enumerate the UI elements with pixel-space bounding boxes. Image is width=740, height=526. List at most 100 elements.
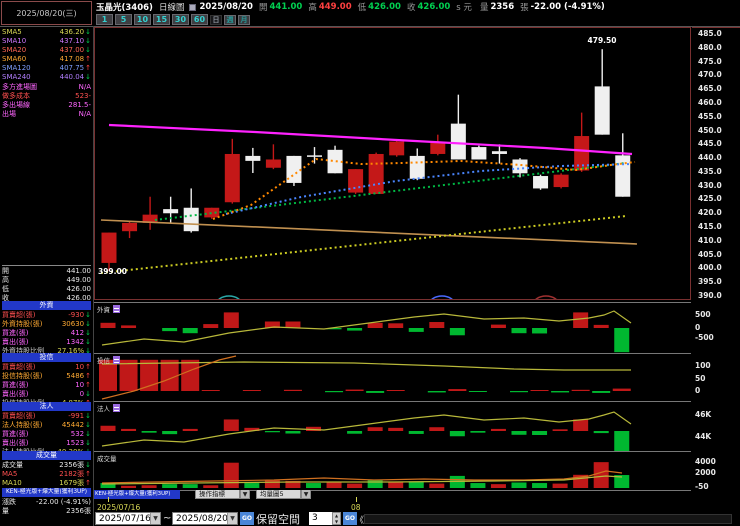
exit-line: [100, 215, 627, 274]
histogram-bar: [223, 312, 239, 328]
price-tick-label: 390.0: [698, 291, 722, 300]
period-button-日[interactable]: 日: [210, 14, 222, 25]
row-value: -930: [68, 311, 85, 319]
institutional-panel[interactable]: [94, 401, 691, 451]
volume-panel[interactable]: [94, 451, 691, 490]
scrollbar-track[interactable]: [364, 514, 732, 524]
indicator-settings-icon[interactable]: [113, 356, 120, 364]
down-arrow-icon: ↓: [85, 37, 91, 45]
row-value: 440.04: [59, 73, 85, 81]
sidebar-group: 開 441.00 高 449.00 低 426.00 收 426.00: [2, 265, 91, 303]
volume-unit: 張: [520, 3, 529, 13]
row-label: SMA10: [2, 37, 27, 45]
panel-title-text: 法人: [97, 405, 110, 413]
stock-name: 玉晶光(3406): [96, 3, 153, 13]
row-value: 281.5-: [68, 101, 91, 109]
period-button-週[interactable]: 週: [224, 14, 236, 25]
indicator-settings-icon[interactable]: [113, 404, 120, 412]
row-label: 法人持股(張): [2, 421, 43, 429]
candle-body: [101, 232, 117, 263]
row-label: 漲跌: [2, 498, 16, 506]
row-label: SMA120: [2, 64, 31, 72]
period-button-1[interactable]: 1: [96, 14, 113, 25]
reserve-space-label: 保留空間: [256, 513, 300, 526]
to-date-input[interactable]: 2025/08/20 ▼: [172, 512, 238, 525]
section-header: 投信: [2, 353, 91, 362]
histogram-bar: [119, 359, 138, 391]
session-date: 2025/08/20(三): [16, 8, 77, 18]
low-price-annotation: 399.00: [98, 267, 127, 276]
panel-title: 成交量: [97, 453, 117, 463]
histogram-bar: [285, 431, 301, 434]
period-button-月[interactable]: 月: [238, 14, 250, 25]
histogram-bar: [449, 328, 465, 336]
resistance-line: [108, 123, 633, 156]
annotation-circle: [431, 295, 453, 299]
period-button-30[interactable]: 30: [172, 14, 189, 25]
trust-panel[interactable]: [94, 353, 691, 400]
candle-body: [409, 155, 425, 179]
spinner-down-icon[interactable]: ▼: [333, 519, 340, 525]
low-label: 低: [357, 3, 367, 13]
go-button[interactable]: GO: [240, 512, 254, 525]
down-arrow-icon: ↓: [85, 439, 91, 447]
candle-body: [553, 174, 569, 188]
row-value: 437.10: [59, 37, 85, 45]
main-candlestick-chart[interactable]: 479.50 399.00: [94, 27, 691, 300]
down-arrow-icon: ↓: [85, 311, 91, 319]
price-tick-label: 420.0: [698, 208, 722, 218]
period-button-15[interactable]: 15: [153, 14, 170, 25]
candle-body: [183, 207, 199, 232]
sidebar-row: 量 2356張: [2, 507, 91, 516]
from-date-input[interactable]: 2025/07/16 ▼: [95, 512, 161, 525]
histogram-bar: [593, 431, 609, 434]
indicator-settings-icon[interactable]: [113, 305, 120, 313]
up-arrow-icon: ↑: [85, 372, 91, 380]
row-label: 買賣超(張): [2, 363, 36, 371]
period-button-5[interactable]: 5: [115, 14, 132, 25]
histogram-bar: [181, 359, 200, 391]
panel-title: 外資: [97, 304, 120, 314]
histogram-bar: [242, 390, 261, 391]
foreign-panel[interactable]: [94, 302, 691, 353]
sidebar-row: 做多成本 523-: [2, 92, 91, 101]
timeline-start-label: 2025/07/16: [97, 503, 141, 512]
period-button-10[interactable]: 10: [134, 14, 151, 25]
price-axis: 485.0 480.0 475.0 470.0 465.0 460.0 455.0 450.0…: [692, 27, 740, 300]
price-tick-label: 405.0: [698, 249, 722, 259]
high-label: 高: [308, 3, 317, 13]
histogram-bar: [264, 480, 280, 488]
price-tick-label: 450.0: [698, 125, 722, 135]
row-value: 436.20: [59, 28, 85, 36]
histogram-bar: [325, 391, 344, 393]
dropdown-arrow-icon[interactable]: ▼: [227, 513, 237, 524]
sidebar-row: 買賣超(張) -930 ↓: [2, 311, 91, 320]
section-header: KEN-極光版+爆大量(獲利3UP): [2, 488, 91, 497]
sidebar-group: 外資 買賣超(張) -930 ↓ 外資持股(張) 30630 ↓ 買進(張) 412 ↓ 賣出(張)…: [2, 300, 91, 356]
panel-axis-label: 0: [695, 323, 701, 332]
histogram-bar: [366, 391, 385, 393]
scroll-left-icon[interactable]: 《: [355, 513, 364, 526]
change-value: -22.00 (-4.91%): [530, 2, 605, 12]
number-spinner[interactable]: ▲ ▼: [332, 512, 341, 525]
sidebar-row: 多出場線 281.5-: [2, 101, 91, 110]
row-value: 412: [70, 329, 85, 337]
histogram-bar: [429, 427, 445, 431]
panel-axis-label: 50: [695, 374, 706, 383]
histogram-bar: [510, 391, 528, 393]
row-label: 成交量: [2, 461, 23, 469]
candle-body: [491, 151, 507, 154]
period-button-60[interactable]: 60: [191, 14, 208, 25]
histogram-bar: [386, 390, 405, 391]
histogram-bar: [573, 419, 589, 431]
row-label: 買賣超(張): [2, 412, 36, 420]
row-label: MA5: [2, 470, 18, 478]
dropdown-arrow-icon[interactable]: ▼: [150, 513, 160, 524]
up-arrow-icon: ↑: [85, 381, 91, 389]
price-tick-label: 455.0: [698, 111, 722, 121]
price-tick-label: 480.0: [698, 42, 722, 52]
row-label: 買賣超(張): [2, 311, 36, 319]
reserve-space-input[interactable]: 3: [309, 512, 332, 525]
price-tick-label: 415.0: [698, 222, 722, 232]
section-header: 外資: [2, 301, 91, 310]
